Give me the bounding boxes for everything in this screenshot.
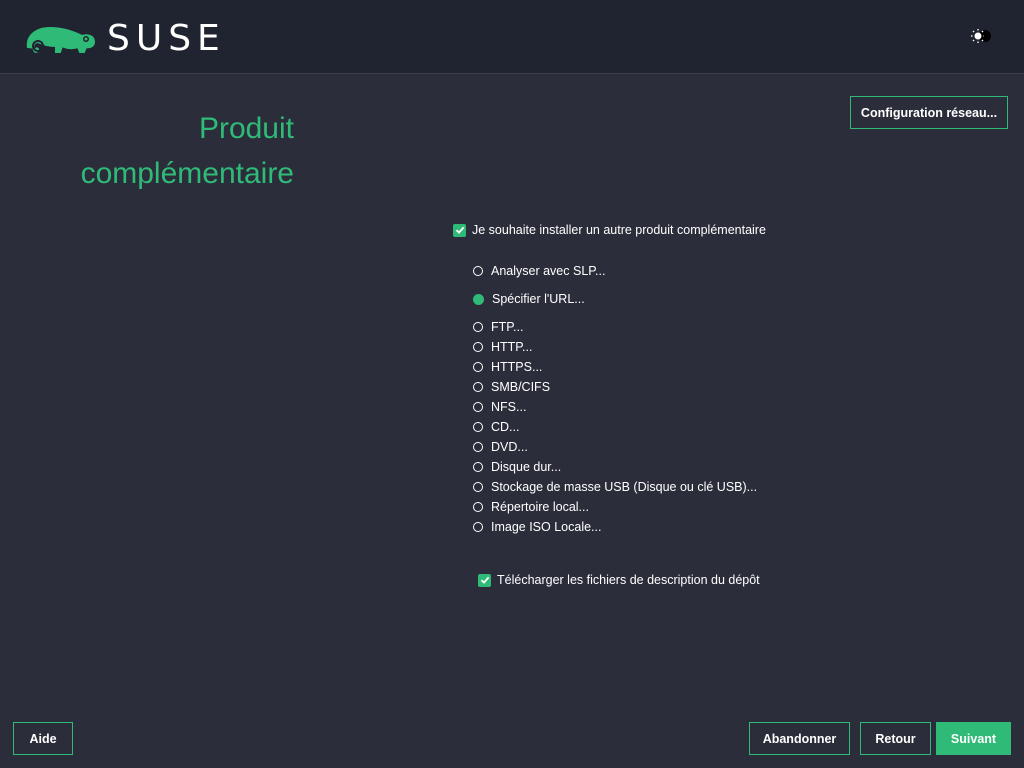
download-desc-label: Télécharger les fichiers de description … (497, 573, 760, 587)
radio-icon (473, 442, 483, 452)
radio-dvd[interactable]: DVD... (473, 439, 528, 455)
radio-icon (473, 402, 483, 412)
radio-cd[interactable]: CD... (473, 419, 519, 435)
radio-url[interactable]: Spécifier l'URL... (473, 291, 585, 307)
radio-label: Disque dur... (491, 460, 562, 474)
network-config-button[interactable]: Configuration réseau... (850, 96, 1008, 129)
radio-icon (473, 462, 483, 472)
radio-label: Image ISO Locale... (491, 520, 602, 534)
radio-selected-icon (473, 293, 484, 305)
radio-local-iso[interactable]: Image ISO Locale... (473, 519, 601, 535)
radio-ftp[interactable]: FTP... (473, 319, 523, 335)
radio-icon (473, 342, 483, 352)
radio-smb[interactable]: SMB/CIFS (473, 379, 550, 395)
theme-toggle-icon (971, 29, 991, 43)
radio-label: Répertoire local... (491, 500, 589, 514)
checkbox-checked-icon (453, 223, 466, 237)
suse-chameleon-logo (26, 26, 96, 53)
page-title-line1: Produit (198, 112, 294, 145)
radio-usb[interactable]: Stockage de masse USB (Disque ou clé USB… (473, 479, 757, 495)
radio-icon (473, 502, 483, 512)
theme-toggle[interactable] (968, 26, 998, 46)
radio-icon (473, 422, 483, 432)
radio-hard-disk[interactable]: Disque dur... (473, 459, 561, 475)
radio-slp[interactable]: Analyser avec SLP... (473, 263, 605, 279)
radio-http[interactable]: HTTP... (473, 339, 532, 355)
radio-nfs[interactable]: NFS... (473, 399, 526, 415)
radio-label: Stockage de masse USB (Disque ou clé USB… (491, 480, 758, 494)
radio-label: Spécifier l'URL... (492, 292, 585, 306)
checkbox-checked-icon (478, 573, 491, 587)
radio-icon (473, 522, 483, 532)
page-title: Produit complémentaire (0, 106, 294, 196)
brand-name: SUSE (107, 18, 226, 59)
help-button[interactable]: Aide (13, 722, 73, 755)
page-title-line2: complémentaire (80, 157, 294, 190)
radio-icon (473, 266, 483, 276)
radio-icon (473, 322, 483, 332)
radio-label: CD... (491, 420, 520, 434)
radio-icon (473, 382, 483, 392)
radio-label: DVD... (491, 440, 528, 454)
top-header: SUSE (0, 0, 1024, 74)
radio-label: SMB/CIFS (491, 380, 551, 394)
radio-label: HTTP... (491, 340, 533, 354)
install-addon-checkbox[interactable]: Je souhaite installer un autre produit c… (453, 223, 766, 237)
radio-local-dir[interactable]: Répertoire local... (473, 499, 589, 515)
radio-icon (473, 362, 483, 372)
next-button[interactable]: Suivant (936, 722, 1011, 755)
radio-icon (473, 482, 483, 492)
radio-label: Analyser avec SLP... (491, 264, 606, 278)
install-addon-label: Je souhaite installer un autre produit c… (472, 223, 766, 237)
radio-label: HTTPS... (491, 360, 543, 374)
suse-logo: SUSE (24, 18, 224, 60)
download-desc-checkbox[interactable]: Télécharger les fichiers de description … (478, 573, 760, 587)
radio-https[interactable]: HTTPS... (473, 359, 542, 375)
radio-label: NFS... (491, 400, 527, 414)
radio-label: FTP... (491, 320, 524, 334)
back-button[interactable]: Retour (860, 722, 931, 755)
abort-button[interactable]: Abandonner (749, 722, 850, 755)
